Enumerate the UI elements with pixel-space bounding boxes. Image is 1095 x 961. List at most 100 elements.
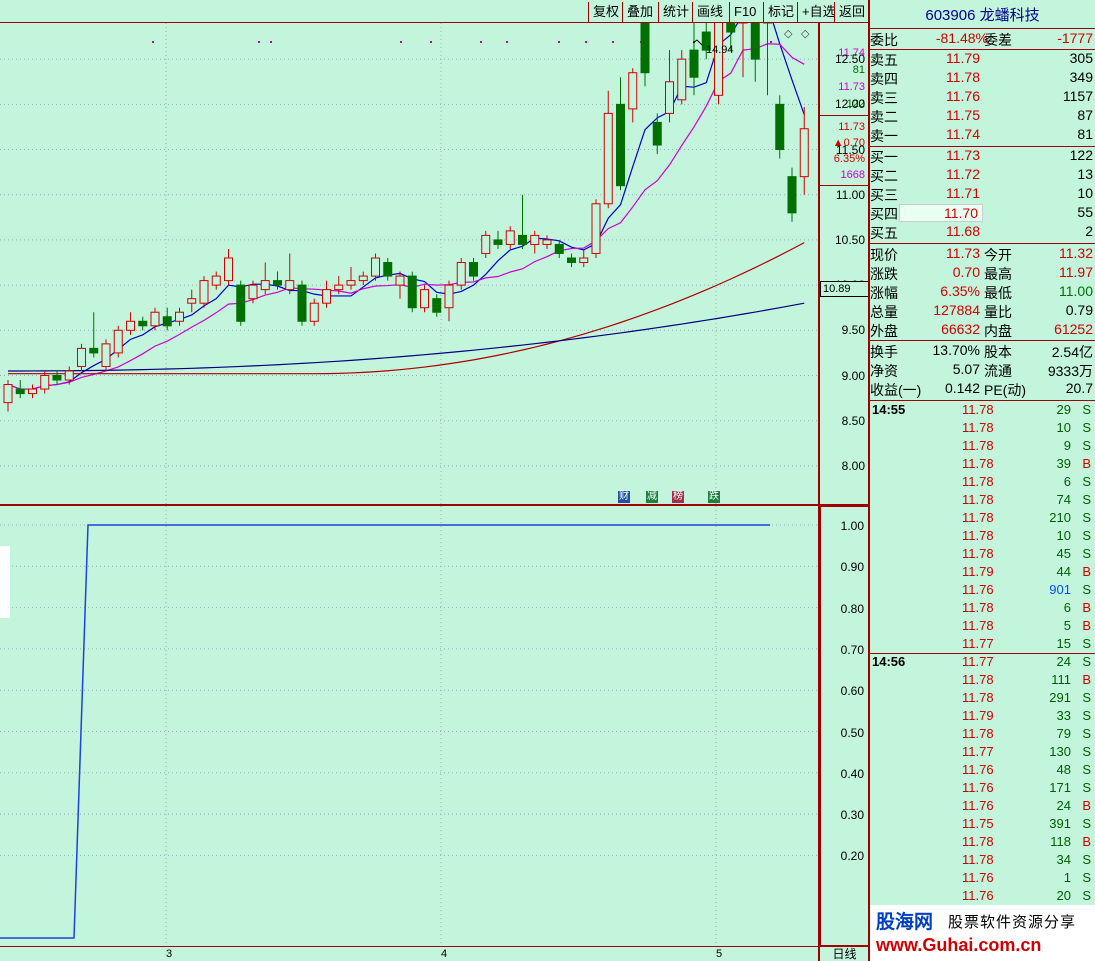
signal-dot: [152, 41, 154, 43]
candle-body: [603, 112, 613, 205]
ask-volume: 1157: [1062, 88, 1093, 104]
candle-body: [273, 280, 282, 286]
candle-body: [383, 262, 393, 277]
tick-row: 11.78 34 S: [870, 852, 1095, 870]
ask-volume: 305: [1069, 50, 1093, 66]
tick-price: 11.78: [962, 690, 994, 705]
bid-row[interactable]: 买一 11.73 122: [870, 147, 1095, 166]
watermark-slogan: 股票软件资源分享: [948, 914, 1077, 931]
signal-dot: [400, 41, 402, 43]
tick-volume: 5: [1063, 618, 1071, 633]
signal-dot: [430, 41, 432, 43]
list-flag[interactable]: 榜: [672, 491, 684, 503]
tick-volume: 33: [1056, 708, 1071, 723]
tick-volume: 111: [1051, 672, 1071, 687]
candle-body: [677, 58, 687, 101]
ask-row[interactable]: 卖五 11.79 305: [870, 50, 1095, 69]
restore-rights-button[interactable]: 复权: [588, 2, 623, 22]
candle-body: [518, 234, 527, 245]
diamond-icon[interactable]: ◇: [784, 28, 793, 40]
ask-row[interactable]: 卖一 11.74 81: [870, 126, 1095, 145]
tick-volume: 45: [1056, 546, 1071, 561]
candle-body: [469, 262, 478, 277]
price-tick: 12.00: [834, 97, 865, 112]
candle-body: [554, 243, 564, 254]
signal-dot: [270, 41, 272, 43]
stock-name: 龙蟠科技: [979, 7, 1040, 24]
fundamental-row: 收益(一) 0.142 PE(动) 20.7: [870, 380, 1095, 399]
tick-side: B: [1082, 618, 1091, 633]
bid-volume: 10: [1077, 185, 1093, 201]
bid-row[interactable]: 买五 11.68 2: [870, 223, 1095, 242]
candle-body: [126, 320, 135, 331]
date-tick: 5: [716, 948, 723, 960]
stat-value: 6.35%: [940, 283, 980, 299]
tick-row: 11.76 901 S: [870, 582, 1095, 600]
tick-volume: 10: [1056, 420, 1071, 435]
overlay-button[interactable]: 叠加: [622, 2, 657, 22]
indicator-axis: 1.00 0.90 0.80 0.70 0.60 0.50 0.40 0.30 0.20: [820, 506, 869, 946]
ask-volume: 349: [1069, 69, 1093, 85]
fundamental-value: 5.07: [952, 361, 980, 377]
stat-label: 最低: [984, 285, 1012, 301]
drop-flag[interactable]: 跌: [708, 491, 720, 503]
candlestick-chart[interactable]: 14.94 ◇ ◇: [0, 23, 818, 505]
ask-row[interactable]: 卖三 11.76 1157: [870, 88, 1095, 107]
mark-button[interactable]: 标记: [763, 2, 798, 22]
back-button[interactable]: 返回: [834, 2, 869, 22]
reduce-flag[interactable]: 减: [646, 491, 658, 503]
weibi-row: 委比 -81.48% 委差 -1777: [870, 30, 1095, 49]
tick-row: 11.78 6 B: [870, 600, 1095, 618]
candle-body: [787, 176, 797, 214]
tick-volume: 15: [1056, 636, 1071, 651]
fundamental-row: 换手 13.70% 股本 2.54亿: [870, 342, 1095, 361]
tick-row: 11.78 45 S: [870, 546, 1095, 564]
statistics-button[interactable]: 统计: [658, 2, 693, 22]
candle-body: [726, 23, 736, 33]
candle-body: [28, 388, 37, 395]
bid-row[interactable]: 买四 11.70 55: [870, 204, 1095, 223]
bid-price: 11.72: [946, 166, 980, 182]
candle-body: [77, 347, 86, 367]
candle-body: [89, 347, 99, 354]
bid-row[interactable]: 买三 11.71 10: [870, 185, 1095, 204]
signal-dot: [612, 41, 614, 43]
tick-row: 11.78 39 B: [870, 456, 1095, 474]
tick-row: 14:55 11.78 29 S: [870, 402, 1095, 420]
fundamental-label: 流通: [984, 363, 1012, 379]
indicator-chart[interactable]: [0, 506, 818, 946]
period-label[interactable]: 日线: [820, 946, 869, 961]
tick-volume: 171: [1049, 780, 1071, 795]
bid-label: 买三: [870, 187, 898, 203]
tick-side: S: [1082, 582, 1091, 597]
f10-button[interactable]: F10: [729, 2, 760, 22]
stock-title[interactable]: 603906 龙蟠科技: [870, 4, 1095, 25]
draw-line-button[interactable]: 画线: [692, 2, 727, 22]
candle-body: [775, 103, 785, 151]
fundamental-label: 收益(一): [870, 382, 922, 398]
tick-price: 11.76: [962, 780, 994, 795]
stat-value: 11.00: [1059, 283, 1093, 299]
tick-volume: 291: [1049, 690, 1071, 705]
tick-side: B: [1082, 564, 1091, 579]
ask-row[interactable]: 卖二 11.75 87: [870, 107, 1095, 126]
chevron-up-icon[interactable]: ◇: [801, 28, 810, 40]
peak-price-label: 14.94: [706, 44, 734, 56]
bid-row[interactable]: 买二 11.72 13: [870, 166, 1095, 185]
tick-price: 11.76: [962, 888, 994, 903]
candle-body: [444, 284, 454, 309]
finance-flag[interactable]: 财: [618, 491, 630, 503]
tick-price: 11.77: [962, 636, 994, 651]
date-tick: 3: [166, 948, 173, 960]
tick-side: B: [1082, 798, 1091, 813]
indicator-tick: 0.50: [840, 725, 864, 740]
collapsed-panel-tab[interactable]: [0, 546, 10, 618]
tick-side: S: [1082, 438, 1091, 453]
ask-row[interactable]: 卖四 11.78 349: [870, 69, 1095, 88]
candle-body: [640, 23, 650, 74]
tick-price: 11.78: [962, 456, 994, 471]
ask-label: 卖一: [870, 128, 898, 144]
tick-row: 11.78 10 S: [870, 420, 1095, 438]
fundamental-label: PE(动): [984, 382, 1026, 398]
candle-body: [40, 375, 50, 390]
